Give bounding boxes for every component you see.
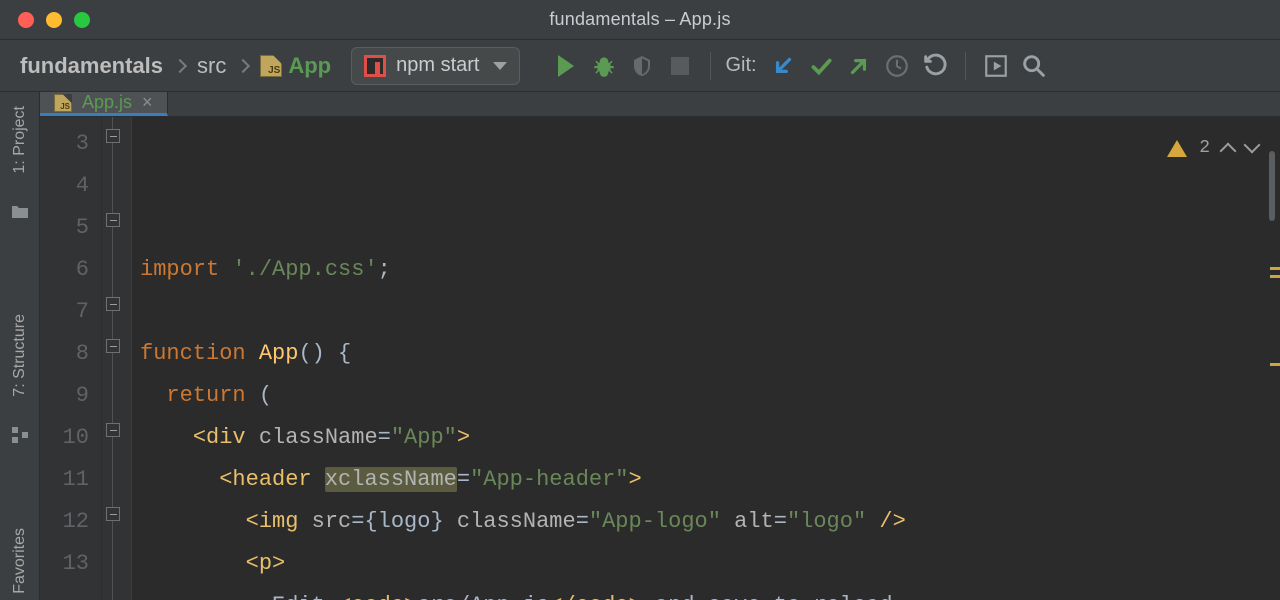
rail-favorites-tab[interactable]: Favorites [11,528,29,594]
run-with-coverage-button[interactable] [626,50,658,82]
code-line[interactable]: <div className="App"> [140,417,1280,459]
code-content[interactable]: 2 import './App.css'; function App() { r… [132,117,1280,600]
git-commit-button[interactable] [805,50,837,82]
checkmark-icon [808,53,834,79]
git-push-button[interactable] [843,50,875,82]
search-everywhere-button[interactable] [1018,50,1050,82]
code-line[interactable]: Edit <code>src/App.js</code> and save to… [140,585,1280,600]
line-number: 9 [40,375,89,417]
fold-toggle[interactable] [106,507,120,521]
dropdown-caret-icon [493,62,507,70]
fold-toggle[interactable] [106,339,120,353]
search-icon [1020,52,1048,80]
breadcrumb-src[interactable]: src [197,53,226,79]
code-line[interactable]: import './App.css'; [140,249,1280,291]
fold-gutter [102,117,132,600]
fold-toggle[interactable] [106,213,120,227]
fold-toggle[interactable] [106,423,120,437]
toolbar-divider [965,52,966,80]
rail-project-tab[interactable]: 1: Project [11,106,29,174]
line-number: 8 [40,333,89,375]
git-label: Git: [725,54,756,77]
run-config-label: npm start [396,54,479,77]
tab-close-button[interactable]: × [142,92,153,113]
code-line[interactable] [140,291,1280,333]
warning-icon [1167,140,1187,157]
code-editor[interactable]: 345678910111213 2 import './App.css'; fu… [40,117,1280,600]
line-number-gutter: 345678910111213 [40,117,102,600]
line-number: 10 [40,417,89,459]
run-anything-button[interactable] [980,50,1012,82]
rail-structure-tab[interactable]: 7: Structure [11,314,29,397]
run-button[interactable] [550,50,582,82]
run-anything-icon [983,53,1009,79]
arrow-up-right-icon [846,53,872,79]
code-line[interactable]: <header xclassName="App-header"> [140,459,1280,501]
breadcrumb-file[interactable]: JS App [260,53,331,79]
editor-tabstrip: JS App.js × [40,92,1280,117]
git-history-button[interactable] [881,50,913,82]
js-file-icon: JS [260,55,282,77]
tool-window-rail-left: 1: Project 7: Structure Favorites [0,92,40,600]
window-titlebar: fundamentals – App.js [0,0,1280,40]
fold-toggle[interactable] [106,297,120,311]
undo-button[interactable] [919,50,951,82]
line-number: 3 [40,123,89,165]
window-close-button[interactable] [18,12,34,28]
line-number: 4 [40,165,89,207]
line-number: 7 [40,291,89,333]
chevron-right-icon [173,58,187,72]
line-number: 11 [40,459,89,501]
toolbar-divider [710,52,711,80]
vertical-scrollbar[interactable] [1266,117,1278,600]
line-number: 12 [40,501,89,543]
warning-count: 2 [1199,127,1210,169]
npm-icon [364,55,386,77]
fold-toggle[interactable] [106,129,120,143]
structure-icon [11,426,29,448]
chevron-right-icon [236,58,250,72]
stop-button[interactable] [664,50,696,82]
run-configuration-select[interactable]: npm start [351,47,520,85]
scrollbar-thumb[interactable] [1269,151,1275,221]
tab-filename: App.js [82,92,132,113]
window-minimize-button[interactable] [46,12,62,28]
code-line[interactable]: function App() { [140,333,1280,375]
play-icon [558,55,574,77]
code-line[interactable]: return ( [140,375,1280,417]
coverage-icon [630,54,654,78]
window-title: fundamentals – App.js [549,9,730,30]
prev-problem-button[interactable] [1220,143,1237,160]
debug-button[interactable] [588,50,620,82]
git-pull-button[interactable] [767,50,799,82]
window-zoom-button[interactable] [74,12,90,28]
next-problem-button[interactable] [1244,137,1261,154]
arrow-down-left-icon [770,53,796,79]
folder-icon [10,204,30,224]
bug-icon [591,53,617,79]
breadcrumb: fundamentals src JS App [20,53,331,79]
undo-icon [921,52,949,80]
js-file-icon: JS [54,94,72,112]
line-number: 5 [40,207,89,249]
stop-icon [671,57,689,75]
history-icon [884,53,910,79]
line-number: 13 [40,543,89,585]
main-toolbar: fundamentals src JS App npm start Git: [0,40,1280,92]
line-number: 6 [40,249,89,291]
editor-inspection-widget[interactable]: 2 [1167,127,1258,169]
editor-tab-app-js[interactable]: JS App.js × [40,92,168,116]
code-line[interactable]: <p> [140,543,1280,585]
code-line[interactable]: <img src={logo} className="App-logo" alt… [140,501,1280,543]
breadcrumb-root[interactable]: fundamentals [20,53,163,79]
